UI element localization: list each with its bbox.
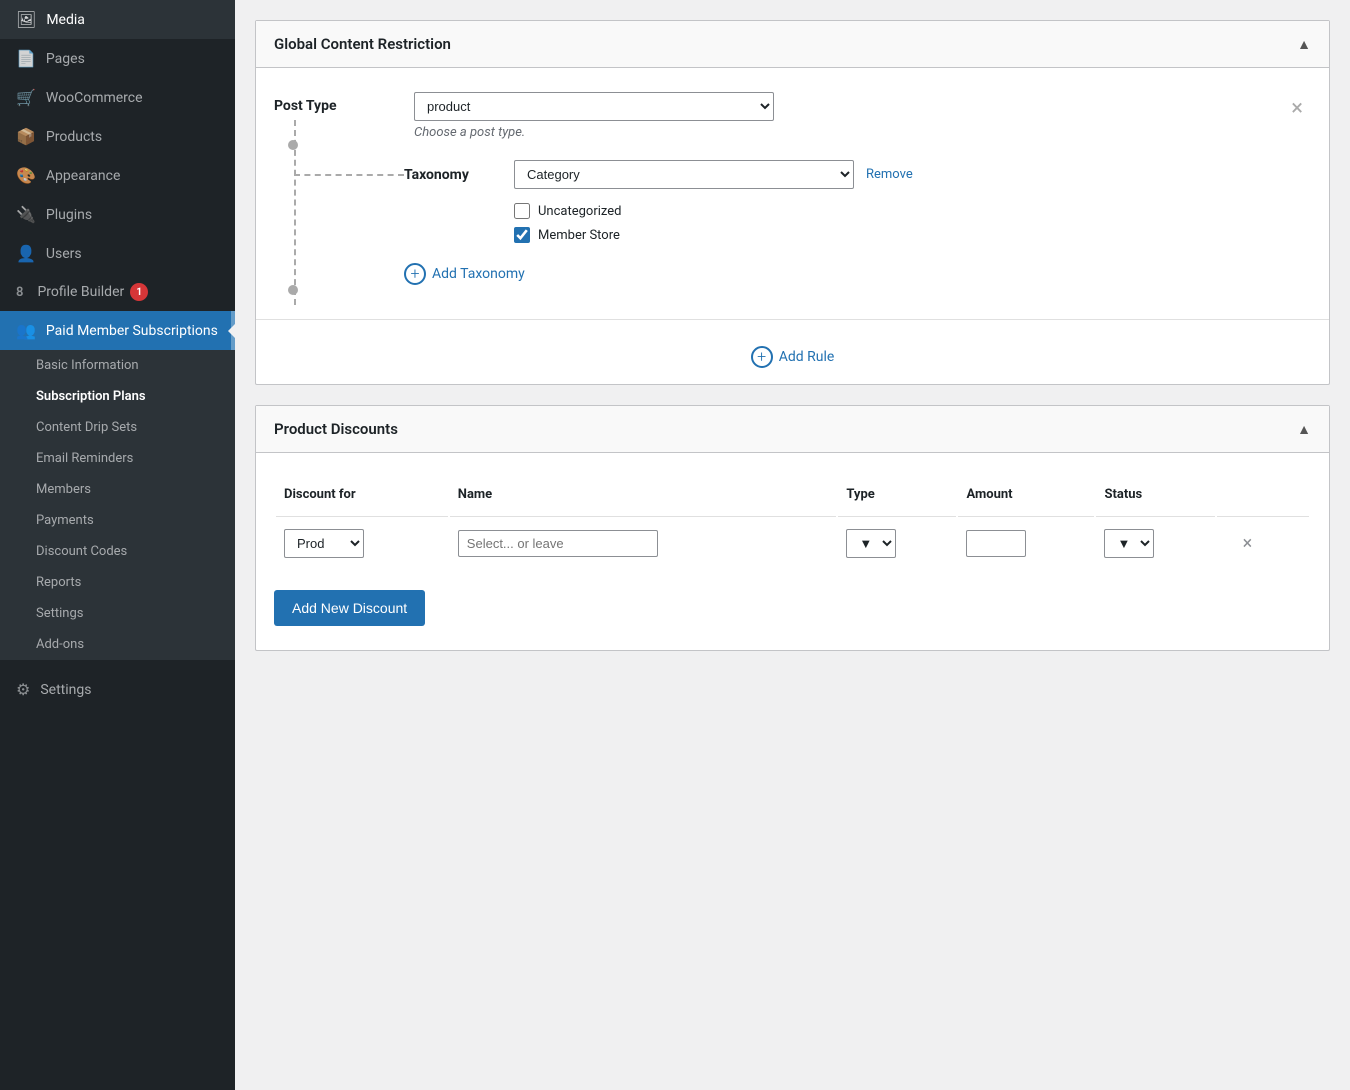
cell-discount-for: Prod Category xyxy=(276,519,448,568)
taxonomy-content: Taxonomy Category Tag Remove Uncategoriz… xyxy=(404,160,1311,285)
post-type-label: Post Type xyxy=(274,92,414,114)
sidebar-item-appearance[interactable]: 🎨 Appearance xyxy=(0,156,235,195)
add-taxonomy-wrapper: + Add Taxonomy xyxy=(404,263,1311,285)
col-name: Name xyxy=(450,479,837,517)
sidebar-sub-reports[interactable]: Reports xyxy=(0,567,235,598)
panel-toggle-gcr[interactable]: ▲ xyxy=(1297,36,1311,53)
add-taxonomy-link[interactable]: + Add Taxonomy xyxy=(404,263,1311,285)
appearance-icon: 🎨 xyxy=(16,166,36,185)
add-discount-wrapper: Add New Discount xyxy=(274,590,1311,626)
checkbox-member-store-input[interactable] xyxy=(514,227,530,243)
connector-dot-bottom xyxy=(288,285,298,295)
sidebar-sub-members[interactable]: Members xyxy=(0,474,235,505)
checkbox-member-store: Member Store xyxy=(514,227,1311,243)
discount-name-input[interactable] xyxy=(458,530,658,557)
discount-for-select[interactable]: Prod Category xyxy=(284,529,364,558)
woo-icon: 🛒 xyxy=(16,88,36,107)
sidebar-item-products[interactable]: 📦 Products xyxy=(0,117,235,156)
product-discounts-panel: Product Discounts ▲ Discount for Name Ty… xyxy=(255,405,1330,651)
main-content: Global Content Restriction ▲ Post Type p… xyxy=(235,0,1350,1090)
post-type-help: Choose a post type. xyxy=(414,125,1283,140)
panel-body-pd: Discount for Name Type Amount Status Pro… xyxy=(256,453,1329,650)
sidebar-item-profile-builder[interactable]: 8 Profile Builder 1 xyxy=(0,273,235,311)
col-type: Type xyxy=(838,479,956,517)
discount-header-row: Discount for Name Type Amount Status xyxy=(276,479,1309,517)
taxonomy-wrapper: Taxonomy Category Tag Remove Uncategoriz… xyxy=(404,160,1311,285)
col-status: Status xyxy=(1096,479,1214,517)
add-rule-plus-icon: + xyxy=(751,346,773,368)
discount-type-select[interactable]: ▼ % $ xyxy=(846,529,896,558)
sidebar-item-media[interactable]: 🖼 Media xyxy=(0,0,235,39)
sidebar-item-plugins[interactable]: 🔌 Plugins xyxy=(0,195,235,234)
sidebar-sub-addons[interactable]: Add-ons xyxy=(0,629,235,660)
sidebar-item-bottom-settings[interactable]: ⚙ Settings xyxy=(0,670,235,709)
discount-amount-input[interactable] xyxy=(966,530,1026,557)
sidebar-sub-settings[interactable]: Settings xyxy=(0,598,235,629)
products-icon: 📦 xyxy=(16,127,36,146)
add-rule-link[interactable]: + Add Rule xyxy=(751,346,835,368)
sidebar-item-woocommerce[interactable]: 🛒 WooCommerce xyxy=(0,78,235,117)
sidebar-item-users[interactable]: 👤 Users xyxy=(0,234,235,273)
checkbox-uncategorized: Uncategorized xyxy=(514,203,1311,219)
connector-dot-top xyxy=(288,140,298,150)
cell-remove: × xyxy=(1217,519,1309,568)
panel-body-gcr: Post Type product page post Choose a pos… xyxy=(256,68,1329,309)
sidebar-item-paid-member[interactable]: 👥 Paid Member Subscriptions xyxy=(0,311,235,350)
sidebar-item-pages[interactable]: 📄 Pages xyxy=(0,39,235,78)
global-content-restriction-panel: Global Content Restriction ▲ Post Type p… xyxy=(255,20,1330,385)
taxonomy-label: Taxonomy xyxy=(404,167,514,183)
discount-table: Discount for Name Type Amount Status Pro… xyxy=(274,477,1311,570)
post-type-control: product page post Choose a post type. xyxy=(414,92,1283,140)
taxonomy-checkbox-list: Uncategorized Member Store xyxy=(514,203,1311,243)
sidebar-submenu: Basic Information Subscription Plans Con… xyxy=(0,350,235,660)
connector-h-line xyxy=(294,174,404,176)
post-type-select[interactable]: product page post xyxy=(414,92,774,121)
post-type-row: Post Type product page post Choose a pos… xyxy=(274,92,1311,140)
remove-gcr-x[interactable]: × xyxy=(1283,92,1311,125)
plugins-icon: 🔌 xyxy=(16,205,36,224)
add-rule-row: + Add Rule xyxy=(256,319,1329,384)
profile-builder-badge: 1 xyxy=(130,283,148,301)
taxonomy-row: Taxonomy Category Tag Remove xyxy=(404,160,1311,189)
sidebar: 🖼 Media 📄 Pages 🛒 WooCommerce 📦 Products… xyxy=(0,0,235,1090)
settings-bottom-icon: ⚙ xyxy=(16,680,30,699)
sidebar-sub-content-drip[interactable]: Content Drip Sets xyxy=(0,412,235,443)
panel-title-pd: Product Discounts xyxy=(274,420,398,438)
cell-type: ▼ % $ xyxy=(838,519,956,568)
checkbox-uncategorized-input[interactable] xyxy=(514,203,530,219)
sidebar-sub-subscription-plans[interactable]: Subscription Plans xyxy=(0,381,235,412)
add-new-discount-button[interactable]: Add New Discount xyxy=(274,590,425,626)
table-row: Prod Category ▼ % $ xyxy=(276,519,1309,568)
panel-header-pd: Product Discounts ▲ xyxy=(256,406,1329,453)
col-actions xyxy=(1217,479,1309,517)
col-discount-for: Discount for xyxy=(276,479,448,517)
panel-toggle-pd[interactable]: ▲ xyxy=(1297,421,1311,438)
remove-discount-row-x[interactable]: × xyxy=(1235,529,1261,558)
sidebar-sub-discount-codes[interactable]: Discount Codes xyxy=(0,536,235,567)
users-icon: 👤 xyxy=(16,244,36,263)
remove-taxonomy-link[interactable]: Remove xyxy=(866,167,913,182)
cell-amount xyxy=(958,519,1094,568)
cell-status: ▼ Active Inactive xyxy=(1096,519,1214,568)
sidebar-sub-payments[interactable]: Payments xyxy=(0,505,235,536)
discount-tbody: Prod Category ▼ % $ xyxy=(276,519,1309,568)
sidebar-sub-basic-information[interactable]: Basic Information xyxy=(0,350,235,381)
add-taxonomy-plus-icon: + xyxy=(404,263,426,285)
sidebar-sub-email-reminders[interactable]: Email Reminders xyxy=(0,443,235,474)
panel-header-gcr: Global Content Restriction ▲ xyxy=(256,21,1329,68)
add-rule-label: Add Rule xyxy=(779,349,835,365)
add-taxonomy-label: Add Taxonomy xyxy=(432,266,525,282)
checkbox-uncategorized-label: Uncategorized xyxy=(538,204,621,219)
panel-title-gcr: Global Content Restriction xyxy=(274,35,451,53)
discount-status-select[interactable]: ▼ Active Inactive xyxy=(1104,529,1154,558)
discount-thead: Discount for Name Type Amount Status xyxy=(276,479,1309,517)
cell-name xyxy=(450,519,837,568)
profile-builder-icon: 8 xyxy=(16,285,23,300)
pages-icon: 📄 xyxy=(16,49,36,68)
col-amount: Amount xyxy=(958,479,1094,517)
taxonomy-select[interactable]: Category Tag xyxy=(514,160,854,189)
paid-member-icon: 👥 xyxy=(16,321,36,340)
checkbox-member-store-label: Member Store xyxy=(538,228,620,243)
media-icon: 🖼 xyxy=(16,10,36,29)
